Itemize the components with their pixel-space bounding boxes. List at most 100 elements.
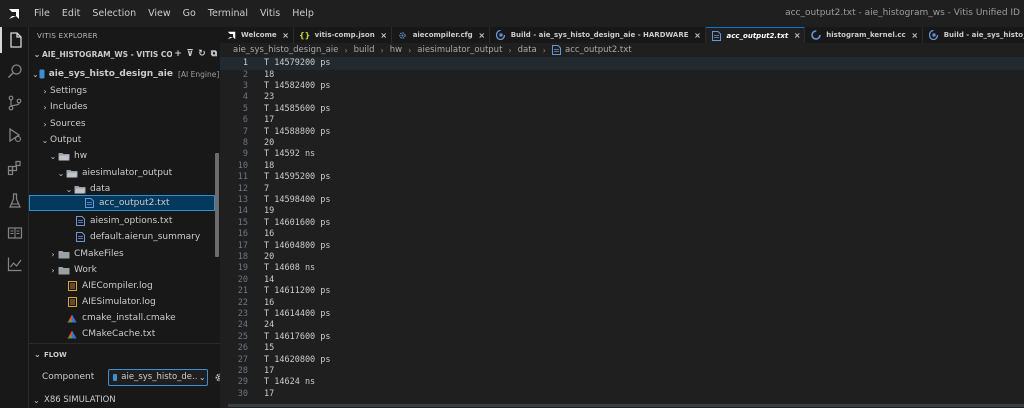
line-number: 26 — [237, 343, 248, 354]
menu-item[interactable]: File — [28, 8, 56, 19]
horizontal-scrollbar[interactable] — [228, 404, 1024, 407]
menu-item[interactable]: View — [142, 8, 177, 19]
workspace-header[interactable]: ⌄ AIE_HISTOGRAM_WS - VITIS COMP... + ⊽ ↻… — [29, 45, 220, 63]
tree-item-sources[interactable]: › Sources — [29, 116, 215, 132]
tab-build-aie-sys-histo-design-aie-x86-simulation[interactable]: Build - aie_sys_histo_design_aie - X86 S… — [923, 27, 1024, 43]
tab-vitis-comp-json[interactable]: {} vitis-comp.json × — [294, 27, 392, 43]
tree-item-label: Settings — [50, 86, 87, 96]
line-text: T 14582400 ps — [264, 81, 331, 92]
menu-item[interactable]: Selection — [86, 8, 142, 19]
tab-aiecompiler-cfg[interactable]: aiecompiler.cfg × — [392, 27, 490, 43]
tab-build-aie-sys-histo-design-aie-hardware[interactable]: Build - aie_sys_histo_design_aie - HARDW… — [490, 27, 706, 43]
menu-item[interactable]: Edit — [56, 8, 86, 19]
breadcrumb-item[interactable]: acc_output2.txt — [565, 45, 632, 55]
tab-welcome[interactable]: Welcome × — [220, 27, 294, 43]
menu-item[interactable]: Help — [286, 8, 320, 19]
explorer-title: VITIS EXPLORER — [37, 32, 98, 40]
tree-item-default-aierun-summary[interactable]: default.aierun_summary — [29, 229, 215, 245]
chart-icon[interactable] — [0, 251, 29, 277]
tab-label: Welcome — [241, 31, 277, 39]
run-debug-icon[interactable] — [0, 122, 29, 148]
line-text: 14 — [264, 274, 275, 285]
menu-item[interactable]: Vitis — [254, 8, 286, 19]
tree-item-label: Output — [50, 135, 82, 145]
line-text: T 14620800 ps — [264, 354, 331, 365]
tree-item-output[interactable]: ⌄ Output — [29, 132, 215, 148]
flow-header[interactable]: ⌄ FLOW — [29, 343, 220, 365]
tree-item-aiesim-options-txt[interactable]: aiesim_options.txt — [29, 213, 215, 229]
tree-item-cmake-install-cmake[interactable]: cmake_install.cmake — [29, 310, 215, 326]
line-number: 18 — [237, 252, 248, 263]
breadcrumb-item[interactable]: build — [354, 45, 375, 55]
tree-item-label: Sources — [50, 119, 86, 129]
line-text: 16 — [264, 297, 275, 308]
tree-item-aiecompiler-log[interactable]: AIECompiler.log — [29, 278, 215, 294]
tree-item-includes[interactable]: › Includes — [29, 99, 215, 115]
line-text: T 14579200 ps — [264, 58, 331, 69]
line-text: T 14604800 ps — [264, 240, 331, 251]
gear-icon — [398, 30, 408, 40]
file-text-icon — [83, 198, 95, 208]
close-icon[interactable]: × — [282, 31, 290, 40]
tree-item-aiesimulator-output[interactable]: ⌄ aiesimulator_output — [29, 165, 215, 181]
line-number: 10 — [237, 160, 248, 171]
tree-item-aie-sys-histo-design-aie[interactable]: ⌄ aie_sys_histo_design_aie [AI Engine] — [29, 66, 219, 82]
line-number: 6 — [242, 115, 248, 126]
breadcrumb-item[interactable]: data — [518, 45, 537, 55]
line-text: 20 — [264, 252, 275, 263]
folder-open-icon — [66, 168, 78, 178]
flask-icon[interactable] — [0, 188, 29, 214]
component-select[interactable]: aie_sys_histo_de... ⌄ — [108, 368, 209, 386]
line-text: T 14611200 ps — [264, 286, 331, 297]
chevron-right-icon: › — [344, 45, 348, 55]
collapse-all-icon[interactable]: ⧉ — [208, 49, 220, 59]
line-number: 4 — [242, 92, 248, 103]
extensions-icon[interactable] — [0, 155, 29, 181]
tree-item-aiesimulator-log[interactable]: AIESimulator.log — [29, 294, 215, 310]
sidebar-scrollbar[interactable] — [215, 153, 219, 257]
tab-label: aiecompiler.cfg — [412, 31, 473, 39]
x86-simulation-item[interactable]: ⌄ X86 SIMULATION — [29, 391, 220, 408]
tree-item-work[interactable]: › Work — [29, 262, 215, 278]
search-icon[interactable] — [0, 58, 29, 84]
file-text-icon — [74, 232, 86, 242]
amd-logo-icon — [226, 30, 236, 40]
chevron-down-icon: ⌄ — [34, 350, 41, 359]
breadcrumb-item[interactable]: aie_sys_histo_design_aie — [233, 45, 338, 55]
close-icon[interactable]: × — [478, 31, 486, 40]
line-text: T 14608 ns — [264, 263, 316, 274]
chevron-down-icon: ⌄ — [41, 135, 49, 145]
tree-item-cmakefiles[interactable]: › CMakeFiles — [29, 246, 215, 262]
tree-item-acc-output2-txt[interactable]: acc_output2.txt — [29, 195, 215, 211]
tree-item-settings[interactable]: › Settings — [29, 83, 215, 99]
tree-item-hw[interactable]: ⌄ hw — [29, 148, 215, 164]
refresh-icon[interactable]: ↻ — [196, 49, 208, 59]
files-icon[interactable] — [0, 27, 29, 53]
source-control-icon[interactable] — [0, 90, 29, 116]
close-icon[interactable]: × — [793, 31, 801, 40]
component-icon — [113, 373, 118, 381]
menu-item[interactable]: Terminal — [202, 8, 254, 19]
chevron-down-icon: ⌄ — [32, 69, 39, 79]
close-icon[interactable]: × — [911, 31, 919, 40]
close-icon[interactable]: × — [694, 31, 702, 40]
breadcrumb-item[interactable]: hw — [390, 45, 402, 55]
breadcrumb-item[interactable]: aiesimulator_output — [417, 45, 502, 55]
tab-acc-output2-txt[interactable]: acc_output2.txt × — [705, 27, 806, 43]
filter-icon[interactable]: ⊽ — [184, 49, 196, 59]
tab-histogram-kernel-cc[interactable]: histogram_kernel.cc × — [805, 27, 923, 43]
close-icon[interactable]: × — [380, 31, 388, 40]
menu-item[interactable]: Go — [177, 8, 202, 19]
line-text: T 14588800 ps — [264, 126, 331, 137]
chevron-right-icon: › — [408, 45, 412, 55]
editor-tab-bar: Welcome ×{} vitis-comp.json × aiecompiler.cf… — [220, 27, 1024, 43]
tree-item-cmakecache-txt[interactable]: CMakeCache.txt — [29, 326, 215, 342]
line-text: T 14592 ns — [264, 149, 316, 160]
book-icon[interactable] — [0, 220, 29, 246]
add-icon[interactable]: + — [172, 49, 184, 59]
text-editor[interactable]: 1T 14579200 ps 2 18 3 T 14582400 ps 4 23 5 T 145… — [220, 57, 1024, 408]
chevron-down-icon: ⌄ — [198, 372, 206, 382]
component-icon — [39, 69, 45, 79]
flow-title: FLOW — [44, 350, 67, 359]
line-number: 3 — [242, 81, 248, 92]
